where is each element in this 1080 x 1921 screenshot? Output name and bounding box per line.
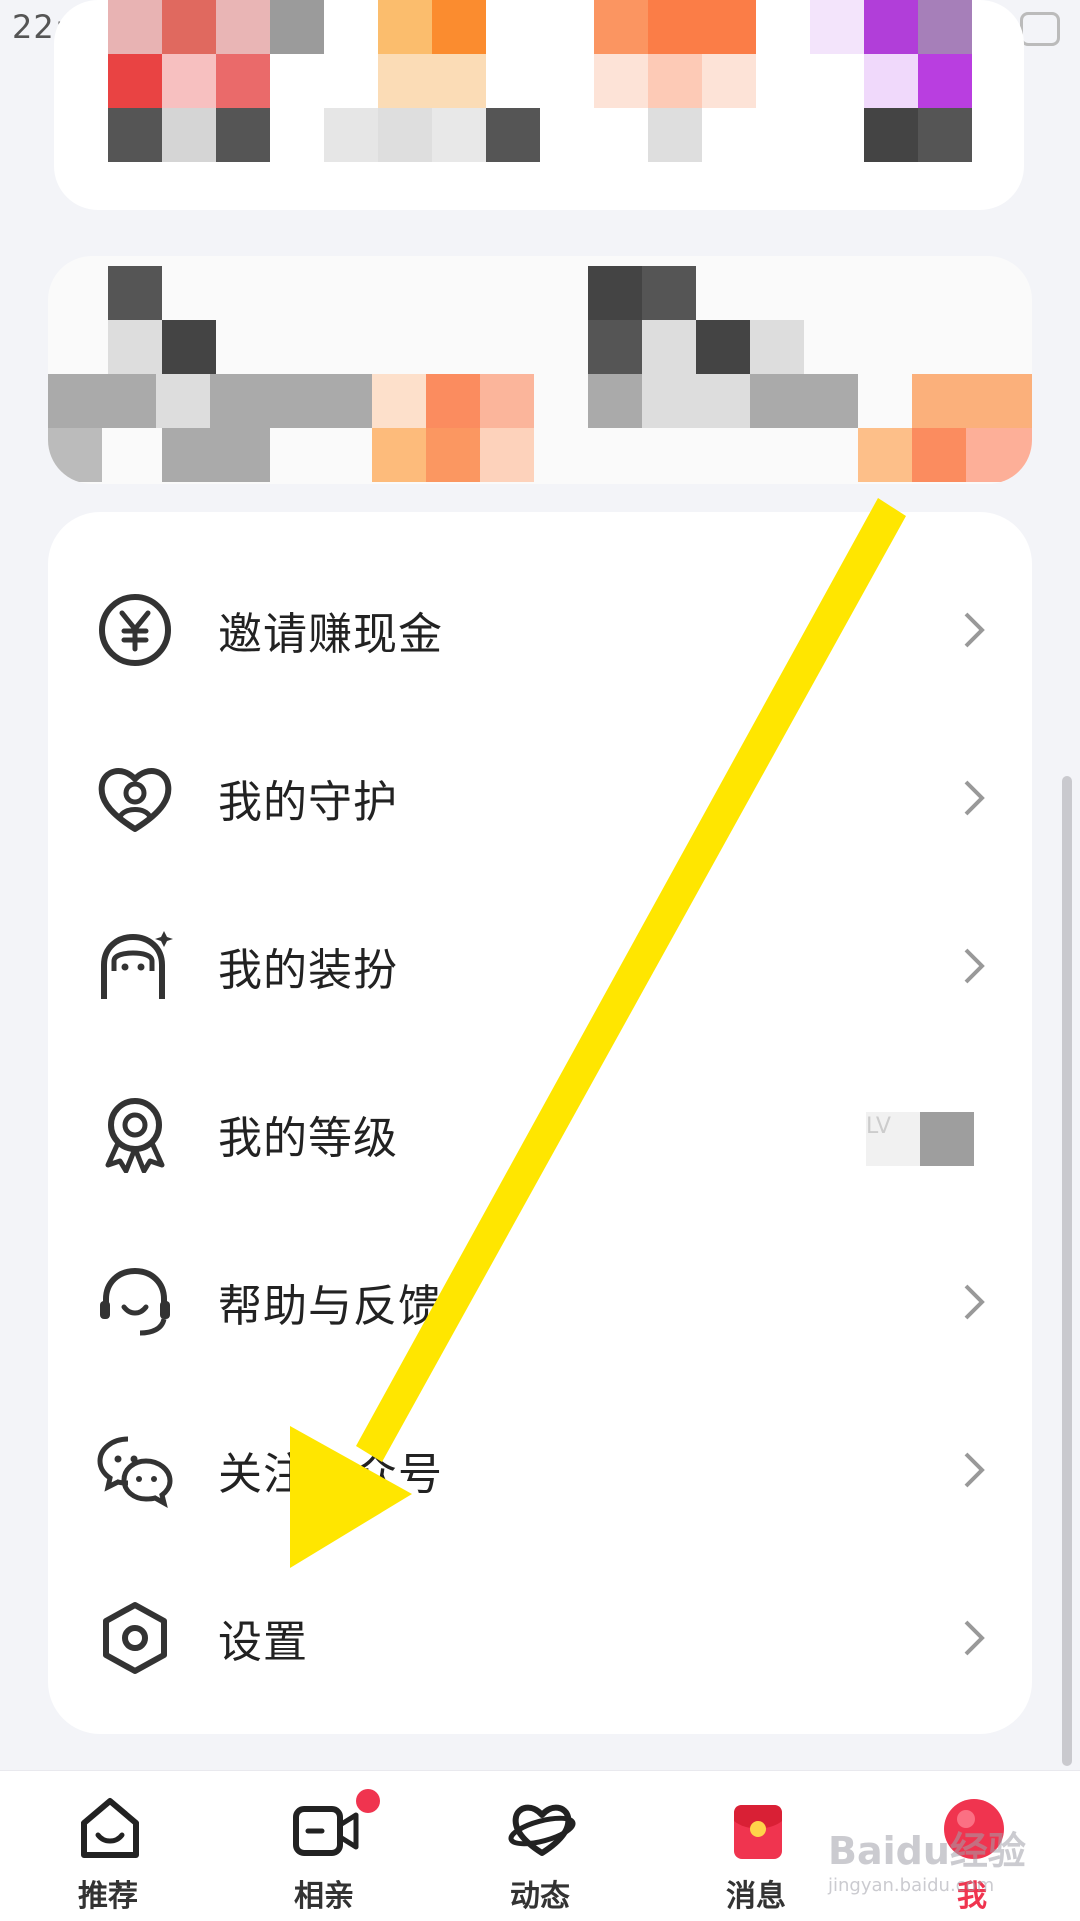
menu-item-label: 邀请赚现金: [218, 609, 443, 660]
tab-matchmaking[interactable]: 相亲: [216, 1771, 432, 1921]
menu-item-label: 关注公众号: [218, 1449, 443, 1500]
yuan-coin-icon: [99, 594, 171, 666]
menu-item-label: 我的守护: [218, 777, 398, 828]
banner-card[interactable]: [48, 256, 1032, 484]
menu-item-dress-up[interactable]: 我的装扮: [48, 882, 1032, 1050]
notification-dot: [356, 1789, 380, 1813]
medal-icon: [105, 1098, 165, 1173]
menu-item-invite[interactable]: 邀请赚现金: [48, 546, 1032, 714]
menu-card: 邀请赚现金 我的守护 我的装扮 我的等级 LV 帮助与反馈 关注公众号 设置: [48, 512, 1032, 1734]
menu-item-level[interactable]: 我的等级 LV: [48, 1050, 1032, 1218]
watermark: Baidu经验 jingyan.baidu.com: [828, 1829, 1026, 1896]
tab-label: 相亲: [294, 1879, 354, 1914]
chevron-right-icon: [964, 612, 985, 648]
level-badge: LV: [866, 1112, 974, 1166]
menu-item-label: 我的等级: [218, 1113, 398, 1164]
video-camera-icon: [293, 1806, 359, 1856]
menu-item-help-feedback[interactable]: 帮助与反馈: [48, 1218, 1032, 1386]
red-envelope-icon: [734, 1805, 782, 1859]
shortcut-grid-card[interactable]: [54, 0, 1024, 210]
wechat-icon: [97, 1436, 173, 1508]
chevron-right-icon: [964, 780, 985, 816]
settings-hexagon-icon: [103, 1602, 167, 1674]
scrollbar[interactable]: [1062, 776, 1072, 1766]
menu-item-settings[interactable]: 设置: [48, 1554, 1032, 1722]
home-icon: [81, 1798, 139, 1858]
heart-person-icon: [98, 768, 172, 832]
tab-moments[interactable]: 动态: [432, 1771, 648, 1921]
tab-label: 动态: [510, 1879, 570, 1914]
planet-heart-icon: [508, 1804, 576, 1856]
chevron-right-icon: [964, 1284, 985, 1320]
chevron-right-icon: [964, 948, 985, 984]
chevron-right-icon: [964, 1452, 985, 1488]
chevron-right-icon: [964, 1620, 985, 1656]
menu-item-label: 帮助与反馈: [218, 1281, 443, 1332]
avatar-face-icon: [101, 931, 173, 999]
headset-icon: [100, 1267, 170, 1336]
menu-item-guard[interactable]: 我的守护: [48, 714, 1032, 882]
menu-item-label: 设置: [218, 1617, 308, 1668]
menu-item-label: 我的装扮: [218, 945, 398, 996]
tab-recommend[interactable]: 推荐: [0, 1771, 216, 1921]
menu-item-follow-official-account[interactable]: 关注公众号: [48, 1386, 1032, 1554]
tab-label: 推荐: [78, 1879, 138, 1914]
